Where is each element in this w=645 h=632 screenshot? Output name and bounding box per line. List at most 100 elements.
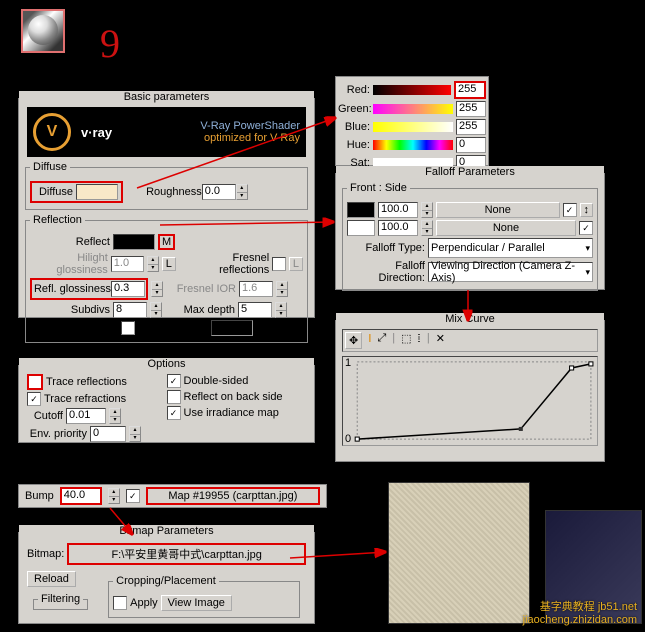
apply-label: Apply xyxy=(130,597,158,609)
subdivs-input[interactable]: 8 xyxy=(113,302,147,318)
red-input[interactable]: 255 xyxy=(454,81,486,99)
bezier-icon[interactable]: ⵂ xyxy=(418,332,421,349)
falloff-chk2[interactable]: ✓ xyxy=(579,221,593,235)
reload-button[interactable]: Reload xyxy=(27,571,76,587)
double-sided-checkbox[interactable]: ✓ xyxy=(167,374,181,388)
diffuse-highlight: Diffuse xyxy=(30,181,123,203)
cutoff-label: Cutoff xyxy=(27,410,63,422)
falloff-v2-input[interactable]: 100.0 xyxy=(378,220,418,236)
bitmap-path-button[interactable]: F:\平安里黄哥中式\carpttan.jpg xyxy=(67,543,306,565)
env-input[interactable]: 0 xyxy=(90,426,126,442)
falloff-v2-spinner[interactable]: ▴▾ xyxy=(421,220,433,236)
falloff-title: Falloff Parameters xyxy=(336,166,604,178)
mixcurve-toolbar: ✥ Ⅰ ⤢ | ⬚ ⵂ | ✕ xyxy=(342,329,598,352)
bump-checkbox[interactable]: ✓ xyxy=(126,489,140,503)
falloff-type-select[interactable]: Perpendicular / Parallel xyxy=(428,238,593,258)
reflection-group: Reflection Reflect M Hilight glossiness … xyxy=(25,214,308,343)
fresnel-ior-input[interactable]: 1.6 xyxy=(239,281,273,297)
bump-value[interactable]: 40.0 xyxy=(60,487,102,505)
hilight-spinner[interactable]: ▴▾ xyxy=(147,256,159,272)
falloff-v1-spinner[interactable]: ▴▾ xyxy=(421,202,433,218)
add-point-icon[interactable]: ⬚ xyxy=(401,332,411,349)
bump-spinner[interactable]: ▴▾ xyxy=(108,488,120,504)
env-spinner[interactable]: ▴▾ xyxy=(129,426,141,442)
exit-color-swatch[interactable] xyxy=(211,320,253,336)
roughness-input[interactable]: 0.0 xyxy=(202,184,236,200)
falloff-map2-button[interactable]: None xyxy=(436,220,576,236)
falloff-params-panel: Falloff Parameters Front : Side 100.0▴▾ … xyxy=(335,173,605,290)
falloff-dir-select[interactable]: Viewing Direction (Camera Z-Axis) xyxy=(428,262,593,282)
fresnel-checkbox[interactable] xyxy=(272,257,286,271)
bitmap-title: Bitmap Parameters xyxy=(19,525,314,537)
trace-refr-checkbox[interactable]: ✓ xyxy=(27,392,41,406)
roughness-spinner[interactable]: ▴▾ xyxy=(236,184,248,200)
refl-gloss-input[interactable]: 0.3 xyxy=(111,281,145,297)
red-slider[interactable] xyxy=(373,85,451,95)
green-input[interactable]: 255 xyxy=(456,101,486,117)
double-sided-label: Double-sided xyxy=(184,375,249,387)
options-panel: Options Trace reflections ✓Trace refract… xyxy=(18,365,315,443)
maxdepth-spinner[interactable]: ▴▾ xyxy=(275,302,287,318)
texture-preview-carpet xyxy=(388,482,530,624)
panel-title: Basic parameters xyxy=(19,91,314,103)
cutoff-input[interactable]: 0.01 xyxy=(66,408,106,424)
roughness-label: Roughness xyxy=(146,186,202,198)
reflect-swatch[interactable] xyxy=(113,234,155,250)
diffuse-label: Diffuse xyxy=(35,186,73,198)
falloff-swap-button[interactable]: ↕ xyxy=(580,203,594,217)
mixcurve-title: Mix Curve xyxy=(336,313,604,325)
hue-input[interactable]: 0 xyxy=(456,137,486,153)
falloff-map1-button[interactable]: None xyxy=(436,202,560,218)
vray-logo-text: v·ray xyxy=(81,125,112,140)
fresnel-lock-button[interactable]: L xyxy=(289,257,303,271)
interp-checkbox[interactable] xyxy=(121,321,135,335)
subdivs-label: Subdivs xyxy=(30,304,110,316)
cutoff-spinner[interactable]: ▴▾ xyxy=(109,408,121,424)
blue-input[interactable]: 255 xyxy=(456,119,486,135)
falloff-v1-input[interactable]: 100.0 xyxy=(378,202,418,218)
green-label: Green: xyxy=(338,103,370,115)
use-irr-checkbox[interactable]: ✓ xyxy=(167,406,181,420)
hilight-gloss-input[interactable]: 1.0 xyxy=(111,256,144,272)
filtering-legend: Filtering xyxy=(38,593,83,605)
vray-logo-icon: V xyxy=(33,113,71,151)
mix-curve-panel: Mix Curve ✥ Ⅰ ⤢ | ⬚ ⵂ | ✕ 1 0 xyxy=(335,320,605,462)
falloff-swatch-2[interactable] xyxy=(347,220,375,236)
bitmap-params-panel: Bitmap Parameters Bitmap: F:\平安里黄哥中式\car… xyxy=(18,532,315,624)
crop-legend: Cropping/Placement xyxy=(113,575,219,587)
reflect-back-label: Reflect on back side xyxy=(184,391,283,403)
reflect-map-button[interactable]: M xyxy=(158,234,175,250)
reflect-back-checkbox[interactable] xyxy=(167,390,181,404)
falloff-chk1[interactable]: ✓ xyxy=(563,203,577,217)
bump-map-button[interactable]: Map #19955 (carpttan.jpg) xyxy=(146,487,320,505)
falloff-swatch-1[interactable] xyxy=(347,202,375,218)
subdivs-spinner[interactable]: ▴▾ xyxy=(150,302,162,318)
reflg-spinner[interactable]: ▴▾ xyxy=(151,281,163,297)
fresnel-ior-spinner[interactable]: ▴▾ xyxy=(276,281,288,297)
trace-refl-checkbox[interactable] xyxy=(27,374,43,390)
watermark: 基字典教程 jb51.netjiaocheng.zhizidan.com xyxy=(523,598,637,626)
maxdepth-label: Max depth xyxy=(165,304,235,316)
apply-checkbox[interactable] xyxy=(113,596,127,610)
mixcurve-graph[interactable]: 1 0 xyxy=(342,356,598,446)
scale-icon[interactable]: Ⅰ xyxy=(368,332,371,349)
annotation-number: 9 xyxy=(100,20,120,67)
maxdepth-input[interactable]: 5 xyxy=(238,302,272,318)
hilight-lock-button[interactable]: L xyxy=(162,257,176,271)
diffuse-swatch[interactable] xyxy=(76,184,118,200)
move-icon[interactable]: ✥ xyxy=(345,332,362,349)
view-image-button[interactable]: View Image xyxy=(161,595,232,611)
bitmap-label: Bitmap: xyxy=(27,548,64,560)
hue-slider[interactable] xyxy=(373,140,453,150)
bump-label: Bump xyxy=(25,490,54,502)
blue-slider[interactable] xyxy=(373,122,453,132)
basic-parameters-panel: Basic parameters V v·ray V-Ray PowerShad… xyxy=(18,98,315,318)
exit-color-label: Exit color xyxy=(138,322,208,334)
options-title: Options xyxy=(19,358,314,370)
falloff-dir-label: Falloff Direction: xyxy=(347,260,425,284)
zoom-icon[interactable]: ⤢ xyxy=(377,332,386,349)
delete-icon[interactable]: ✕ xyxy=(436,332,445,349)
trace-refl-label: Trace reflections xyxy=(46,376,127,388)
interp-label: Use interpolation xyxy=(30,322,118,334)
green-slider[interactable] xyxy=(373,104,453,114)
